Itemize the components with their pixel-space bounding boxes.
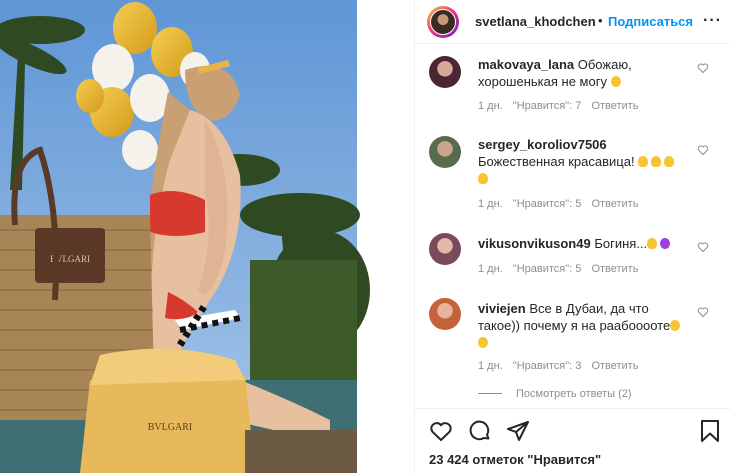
- author-username[interactable]: svetlana_khodchenk: [475, 14, 595, 29]
- comments-list[interactable]: makovaya_lana Обожаю, хорошенькая не мог…: [415, 44, 730, 408]
- view-replies-label: Посмотреть ответы (2): [516, 388, 632, 400]
- likes-count[interactable]: 23 424 отметок "Нравится": [429, 452, 601, 467]
- comment-body: viviejen Все в Дубаи, да что такое)) поч…: [478, 300, 693, 351]
- comment-time: 1 дн.: [478, 198, 503, 210]
- header-separator: •: [598, 13, 603, 28]
- post-actions: 23 424 отметок "Нравится": [415, 408, 730, 473]
- comment-username[interactable]: vikusonvikuson49: [478, 236, 591, 251]
- share-icon[interactable]: [506, 419, 530, 443]
- comment-likes[interactable]: "Нравится": 5: [513, 263, 582, 275]
- comment-likes[interactable]: "Нравится": 5: [513, 198, 582, 210]
- comment-likes[interactable]: "Нравится": 3: [513, 360, 582, 372]
- comment-meta: 1 дн. "Нравится": 7 Ответить: [478, 100, 645, 112]
- post-side-panel: svetlana_khodchenk • Подписаться ··· mak…: [414, 0, 730, 473]
- comment-reply-button[interactable]: Ответить: [591, 100, 638, 112]
- like-comment-icon[interactable]: [697, 306, 709, 318]
- hand-emoji-icon: [651, 156, 662, 167]
- post-photo[interactable]: BVLGARI BVLGARI: [0, 0, 414, 473]
- comment-icon[interactable]: [468, 419, 492, 443]
- box-brand-label: BVLGARI: [148, 422, 192, 433]
- comment-meta: 1 дн. "Нравится": 3 Ответить: [478, 360, 645, 372]
- like-comment-icon[interactable]: [697, 62, 709, 74]
- more-options-icon[interactable]: ···: [703, 12, 722, 30]
- comment-username[interactable]: sergey_koroliov7506: [478, 137, 607, 152]
- hand-emoji-icon: [638, 156, 649, 167]
- like-comment-icon[interactable]: [697, 144, 709, 156]
- comment-meta: 1 дн. "Нравится": 5 Ответить: [478, 263, 645, 275]
- post-header: svetlana_khodchenk • Подписаться ···: [415, 0, 730, 44]
- comment-reply-button[interactable]: Ответить: [591, 360, 638, 372]
- follow-button[interactable]: Подписаться: [608, 14, 693, 29]
- comment-time: 1 дн.: [478, 100, 503, 112]
- comment-username[interactable]: makovaya_lana: [478, 57, 574, 72]
- comment-avatar[interactable]: [429, 56, 461, 88]
- like-comment-icon[interactable]: [697, 241, 709, 253]
- comment-username[interactable]: viviejen: [478, 301, 526, 316]
- comment-body: sergey_koroliov7506 Божественная красави…: [478, 136, 693, 187]
- comment-meta: 1 дн. "Нравится": 5 Ответить: [478, 198, 645, 210]
- comment-text: Богиня...: [594, 236, 648, 251]
- hand-emoji-icon: [478, 173, 488, 184]
- author-avatar[interactable]: [427, 6, 459, 38]
- comment-avatar[interactable]: [429, 298, 461, 330]
- laughing-emoji-icon: [478, 337, 488, 348]
- hand-emoji-icon: [647, 238, 658, 249]
- hand-emoji-icon: [664, 156, 675, 167]
- laughing-emoji-icon: [670, 320, 681, 331]
- comment-body: makovaya_lana Обожаю, хорошенькая не мог…: [478, 56, 693, 90]
- comment-reply-button[interactable]: Ответить: [591, 198, 638, 210]
- bookmark-icon[interactable]: [698, 419, 722, 443]
- comment-time: 1 дн.: [478, 360, 503, 372]
- comment-likes[interactable]: "Нравится": 7: [513, 100, 582, 112]
- post-photo-illustration: BVLGARI BVLGARI: [0, 0, 414, 473]
- heart-icon[interactable]: [429, 419, 453, 443]
- comment-text: Божественная красавица!: [478, 154, 635, 169]
- comment-time: 1 дн.: [478, 263, 503, 275]
- comment-avatar[interactable]: [429, 136, 461, 168]
- comment-avatar[interactable]: [429, 233, 461, 265]
- view-replies-button[interactable]: Посмотреть ответы (2): [478, 388, 632, 400]
- comment-body: vikusonvikuson49 Богиня...: [478, 235, 693, 252]
- smile-emoji-icon: [610, 76, 621, 87]
- replies-divider: [478, 393, 502, 394]
- purple-heart-emoji-icon: [660, 238, 671, 249]
- comment-reply-button[interactable]: Ответить: [591, 263, 638, 275]
